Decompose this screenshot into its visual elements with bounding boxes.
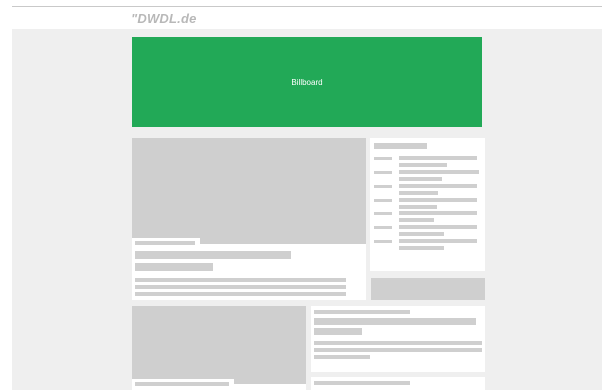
lead-article-kicker-placeholder	[135, 241, 195, 245]
sidebar-list-text-placeholder[interactable]	[399, 246, 444, 250]
sidebar-list-time-placeholder	[374, 226, 392, 229]
second-article-image-placeholder	[132, 306, 306, 384]
site-logo[interactable]: "DWDL.de	[131, 11, 197, 26]
third-article-text-placeholder	[314, 341, 482, 345]
sidebar-list-title-placeholder	[374, 143, 427, 149]
sidebar-list-text-placeholder[interactable]	[399, 191, 438, 195]
sidebar-list-text-placeholder[interactable]	[399, 218, 434, 222]
sidebar-list-time-placeholder	[374, 185, 392, 188]
third-article-text-placeholder	[314, 355, 370, 359]
sidebar-list-time-placeholder	[374, 171, 392, 174]
lead-article-text-placeholder	[135, 292, 346, 296]
site-header	[0, 7, 602, 29]
second-article-kicker-placeholder	[135, 382, 229, 386]
sidebar-list-time-placeholder	[374, 157, 392, 160]
sidebar-list-text-placeholder[interactable]	[399, 239, 477, 243]
sidebar-list-text-placeholder[interactable]	[399, 156, 477, 160]
sidebar-list-text-placeholder[interactable]	[399, 163, 447, 167]
lead-article-text-placeholder	[135, 285, 346, 289]
lead-article-headline-placeholder	[135, 263, 213, 271]
billboard-ad[interactable]: Billboard	[132, 37, 482, 127]
sidebar-list-text-placeholder[interactable]	[399, 198, 477, 202]
fourth-article-kicker-placeholder	[314, 381, 410, 385]
sidebar-list-text-placeholder[interactable]	[399, 177, 442, 181]
billboard-label: Billboard	[291, 77, 323, 87]
sidebar-list-text-placeholder[interactable]	[399, 211, 477, 215]
third-article-kicker-placeholder	[314, 310, 410, 314]
sidebar-list-text-placeholder[interactable]	[399, 205, 437, 209]
sidebar-list-text-placeholder[interactable]	[399, 170, 479, 174]
sidebar-list-text-placeholder[interactable]	[399, 225, 477, 229]
third-article-card[interactable]	[311, 306, 485, 372]
third-article-headline-placeholder	[314, 328, 362, 335]
sidebar-list-text-placeholder[interactable]	[399, 184, 477, 188]
sidebar-list-time-placeholder	[374, 212, 392, 215]
sidebar-ad-placeholder[interactable]	[371, 278, 485, 300]
lead-article-headline-placeholder	[135, 251, 291, 259]
sidebar-list-time-placeholder	[374, 240, 392, 243]
sidebar-list-time-placeholder	[374, 199, 392, 202]
sidebar-list-text-placeholder[interactable]	[399, 232, 444, 236]
lead-article-text-placeholder	[135, 278, 346, 282]
lead-article-image-placeholder	[132, 138, 366, 244]
third-article-text-placeholder	[314, 348, 482, 352]
third-article-headline-placeholder	[314, 318, 476, 325]
